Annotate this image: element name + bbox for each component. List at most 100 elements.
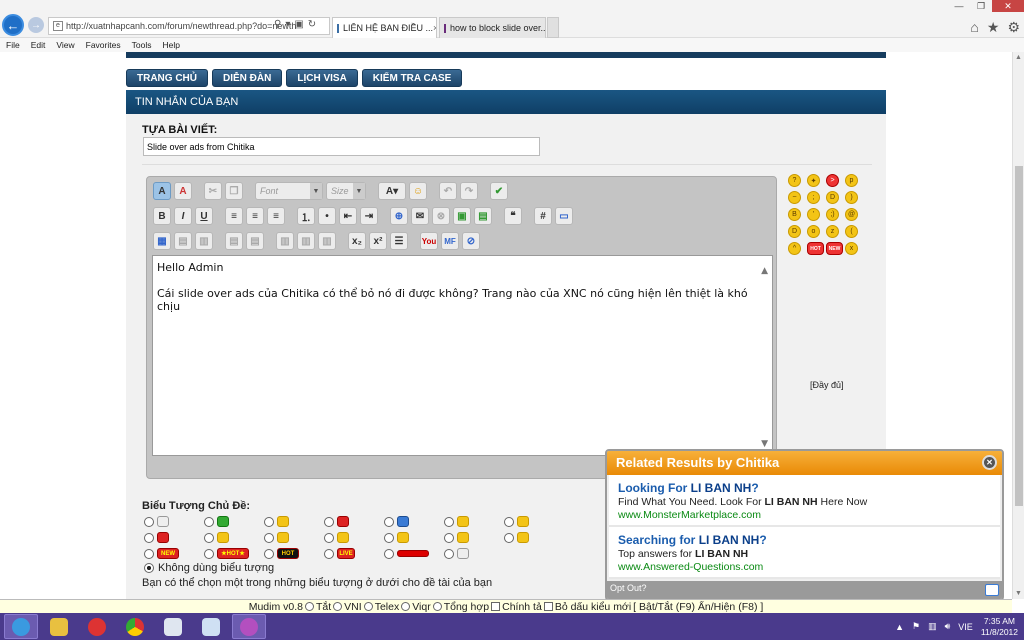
email-icon[interactable]: ✉ <box>411 207 429 225</box>
italic-icon[interactable]: I <box>174 207 192 225</box>
adchoices-icon[interactable] <box>985 584 999 596</box>
merge-cells-icon[interactable]: ▥ <box>318 232 336 250</box>
redo-icon[interactable]: ↷ <box>460 182 478 200</box>
tab-how-to-block[interactable]: how to block slide over... <box>439 17 546 38</box>
post-icon-option[interactable] <box>204 515 264 528</box>
outdent-icon[interactable]: ⇤ <box>339 207 357 225</box>
ordered-list-icon[interactable]: ⒈ <box>297 207 315 225</box>
checkbox-new-accent[interactable] <box>543 602 553 611</box>
table-row-icon[interactable]: ▤ <box>174 232 192 250</box>
checkbox-spelling[interactable] <box>491 602 501 611</box>
post-icon-option[interactable] <box>144 515 204 528</box>
no-icon-option[interactable]: Không dùng biểu tượng <box>144 562 274 574</box>
unlink-icon[interactable]: ⊗ <box>432 207 450 225</box>
size-select[interactable]: Size ▼ <box>326 182 366 200</box>
taskbar-explorer[interactable] <box>42 614 76 639</box>
hash-icon[interactable]: # <box>534 207 552 225</box>
settings-gear-icon[interactable]: ⚙ <box>1007 19 1020 36</box>
post-icon-option[interactable]: HOT <box>264 547 324 560</box>
smilie-smile[interactable]: ) <box>845 191 858 204</box>
radio[interactable] <box>324 548 334 559</box>
nav-kiem-tra-case[interactable]: KIỂM TRA CASE <box>361 69 463 87</box>
insert-row-icon[interactable]: ▤ <box>225 232 243 250</box>
menu-view[interactable]: View <box>56 40 74 50</box>
menu-tools[interactable]: Tools <box>132 40 152 50</box>
close-icon[interactable]: ✕ <box>982 455 997 470</box>
radio[interactable] <box>324 516 334 527</box>
ad-result[interactable]: Searching for LI BAN NH? Top answers for… <box>609 527 1000 579</box>
radio-selected[interactable] <box>144 563 154 573</box>
table-icon[interactable]: ▦ <box>153 232 171 250</box>
post-icon-option[interactable] <box>444 547 504 560</box>
smilie-laugh[interactable]: D <box>788 225 801 238</box>
post-icon-option[interactable] <box>504 515 564 528</box>
bold-icon[interactable]: B <box>153 207 171 225</box>
full-smilies-link[interactable]: [Đầy đủ] <box>810 380 844 390</box>
radio[interactable] <box>444 548 454 559</box>
post-icon-option[interactable]: LIVE <box>324 547 384 560</box>
tab-lien-he[interactable]: LIÊN HỆ BAN ĐIỀU ... × <box>332 17 437 38</box>
smilie-mad[interactable]: x <box>845 242 858 255</box>
smilie-cry[interactable]: ; <box>807 191 820 204</box>
post-icon-option[interactable]: NEW <box>144 547 204 560</box>
copy-icon[interactable]: ❐ <box>225 182 243 200</box>
switch-mode-icon[interactable]: A <box>153 182 171 200</box>
radio-off[interactable] <box>305 602 314 611</box>
close-tab-icon[interactable]: × <box>433 23 436 33</box>
menu-favorites[interactable]: Favorites <box>86 40 121 50</box>
favorites-star-icon[interactable]: ★ <box>987 19 1000 36</box>
nav-dien-dan[interactable]: DIỄN ĐÀN <box>212 69 283 87</box>
taskbar-app-calendar[interactable] <box>156 614 190 639</box>
smilie-hot[interactable]: HOT <box>807 242 824 255</box>
radio[interactable] <box>144 516 154 527</box>
smilie-wink[interactable]: ;) <box>826 208 839 221</box>
smilie-icon[interactable]: ☺ <box>409 182 427 200</box>
link-icon[interactable]: ⊕ <box>390 207 408 225</box>
video-icon[interactable]: ▤ <box>474 207 492 225</box>
radio[interactable] <box>384 516 394 527</box>
post-icon-option[interactable] <box>204 531 264 544</box>
nav-lich-visa[interactable]: LỊCH VISA <box>286 69 358 87</box>
scroll-down-arrow[interactable]: ▼ <box>1015 590 1022 597</box>
radio[interactable] <box>444 516 454 527</box>
smilie-sleep[interactable]: z <box>826 225 839 238</box>
ad-result[interactable]: Looking For LI BAN NH? Find What You Nee… <box>609 475 1000 527</box>
post-icon-option[interactable] <box>324 515 384 528</box>
smilie-sweat[interactable]: ' <box>807 208 820 221</box>
smilie-cool[interactable]: B <box>788 208 801 221</box>
volume-icon[interactable]: 🔊︎ <box>945 621 951 632</box>
post-icon-option[interactable] <box>264 531 324 544</box>
smilie-rolleyes[interactable]: ^ <box>788 242 801 255</box>
align-right-icon[interactable]: ≡ <box>267 207 285 225</box>
scroll-down-icon[interactable]: ▼ <box>761 439 768 449</box>
spellcheck-icon[interactable]: ✔ <box>490 182 508 200</box>
font-select[interactable]: Font ▼ <box>255 182 323 200</box>
radio[interactable] <box>264 532 274 543</box>
youtube-icon[interactable]: You <box>420 232 438 250</box>
radio[interactable] <box>324 532 334 543</box>
delete-col-icon[interactable]: ▥ <box>297 232 315 250</box>
radio[interactable] <box>264 548 274 559</box>
radio-telex[interactable] <box>363 602 373 611</box>
scroll-thumb[interactable] <box>1015 166 1023 506</box>
tray-up-arrow-icon[interactable]: ▲ <box>895 622 904 632</box>
menu-edit[interactable]: Edit <box>31 40 46 50</box>
code-icon[interactable]: ▭ <box>555 207 573 225</box>
text-color-icon[interactable]: A▾ <box>378 182 406 200</box>
undo-icon[interactable]: ↶ <box>439 182 457 200</box>
smilie-angry[interactable]: > <box>826 174 839 187</box>
radio[interactable] <box>444 532 454 543</box>
post-icon-option[interactable] <box>144 531 204 544</box>
spoiler-icon[interactable]: ⊘ <box>462 232 480 250</box>
smilie-frown[interactable]: ( <box>845 225 858 238</box>
post-icon-option[interactable] <box>384 547 444 560</box>
flag-icon[interactable]: ⚑ <box>912 621 920 632</box>
scroll-up-arrow[interactable]: ▲ <box>1015 54 1022 61</box>
ad-url[interactable]: www.Answered-Questions.com <box>618 561 991 573</box>
smilie-dizzy[interactable]: @ <box>845 208 858 221</box>
mediafire-icon[interactable]: MF <box>441 232 459 250</box>
radio[interactable] <box>204 516 214 527</box>
home-icon[interactable]: ⌂ <box>970 19 978 36</box>
radio-auto[interactable] <box>432 602 442 611</box>
smilie-tongue[interactable]: p <box>845 174 858 187</box>
